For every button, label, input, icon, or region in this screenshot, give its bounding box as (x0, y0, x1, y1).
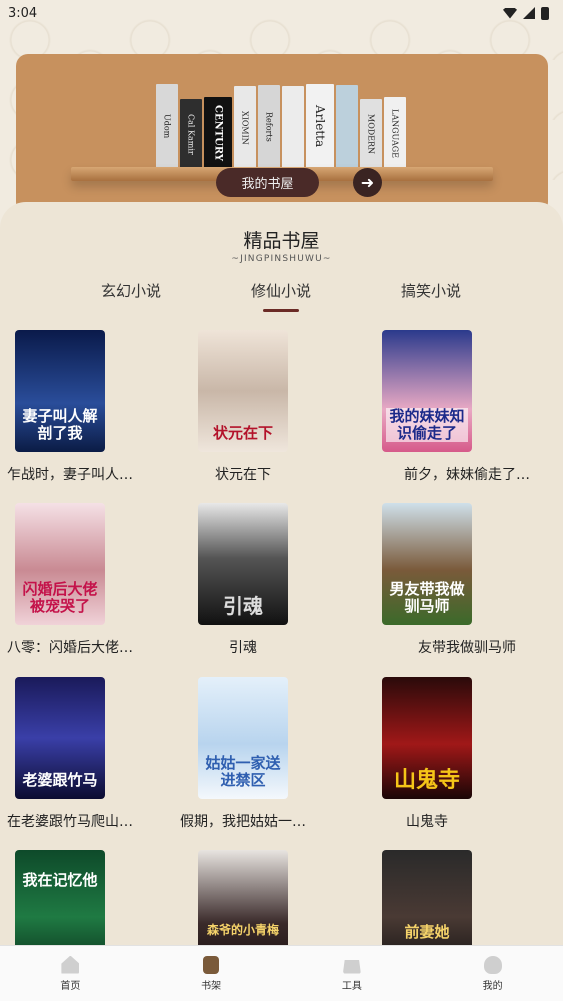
banner-book: CENTURY (204, 97, 232, 169)
book-title[interactable]: 山鬼寺 (337, 811, 517, 831)
my-bookshelf-button[interactable]: 我的书屋 (216, 168, 319, 197)
banner-book (282, 86, 304, 169)
profile-icon (483, 955, 502, 974)
book-cover[interactable]: 姑姑一家送进禁区 (198, 677, 288, 799)
signal-icon (523, 7, 535, 19)
status-time: 3:04 (8, 5, 38, 21)
book-title[interactable]: 引魂 (153, 637, 333, 657)
book-title[interactable]: 友带我做驯马师 (377, 637, 557, 657)
book-title[interactable]: 前夕，妹妹偷走了… (377, 464, 557, 484)
book-title[interactable]: 在老婆跟竹马爬山… (0, 811, 160, 831)
nav-bookshelf-label: 书架 (201, 980, 222, 992)
book-cover[interactable]: 状元在下 (198, 330, 288, 452)
nav-tools[interactable]: 工具 (282, 946, 423, 1001)
book-cover[interactable]: 妻子叫人解剖了我 (15, 330, 105, 452)
bookshelf-icon (203, 955, 220, 974)
status-bar: 3:04 (0, 0, 563, 26)
banner-book: LANGUAGE (384, 97, 406, 169)
nav-profile-label: 我的 (482, 980, 503, 992)
battery-icon (541, 6, 549, 20)
nav-home-label: 首页 (60, 980, 81, 992)
book-cover[interactable]: 我的妹妹知识偷走了 (382, 330, 472, 452)
wifi-icon (503, 7, 517, 19)
book-cover[interactable]: 引魂 (198, 503, 288, 625)
bottom-navigation: 首页 书架 工具 我的 (0, 945, 563, 1001)
book-title[interactable]: 状元在下 (153, 464, 333, 484)
tab-comedy[interactable]: 搞笑小说 (381, 280, 481, 301)
nav-tools-label: 工具 (341, 980, 362, 992)
banner-book: MODERN (360, 99, 382, 169)
book-cover[interactable]: 男友带我做驯马师 (382, 503, 472, 625)
book-cover[interactable]: 老婆跟竹马 (15, 677, 105, 799)
book-cover[interactable]: 山鬼寺 (382, 677, 472, 799)
banner-book: Udom (156, 84, 178, 169)
book-title[interactable]: 乍战时，妻子叫人… (0, 464, 160, 484)
arrow-right-icon[interactable]: ➜ (353, 168, 382, 197)
book-cover[interactable]: 闪婚后大佬被宠哭了 (15, 503, 105, 625)
nav-profile[interactable]: 我的 (422, 946, 563, 1001)
home-icon (61, 955, 80, 974)
bookshelf-banner[interactable]: Udom Cal Kamir CENTURY XIOMIN Reforts Ar… (16, 54, 548, 214)
tab-fantasy[interactable]: 玄幻小说 (81, 280, 181, 301)
nav-home[interactable]: 首页 (0, 946, 141, 1001)
panel-title: 精品书屋 (243, 230, 320, 252)
nav-bookshelf[interactable]: 书架 (141, 946, 282, 1001)
status-icons (503, 6, 549, 20)
banner-book: XIOMIN (234, 86, 256, 169)
banner-book: Reforts (258, 85, 280, 169)
panel-subtitle: ~JINGPINSHUWU~ (231, 254, 332, 264)
banner-book: Cal Kamir (180, 99, 202, 169)
tab-xianxia[interactable]: 修仙小说 (231, 280, 331, 312)
banner-book: Arletta (306, 84, 334, 169)
category-tabs: 玄幻小说 修仙小说 搞笑小说 (0, 280, 563, 316)
book-title[interactable]: 假期，我把姑姑一… (153, 811, 333, 831)
book-title[interactable]: 八零：闪婚后大佬… (0, 637, 160, 657)
banner-books: Udom Cal Kamir CENTURY XIOMIN Reforts Ar… (156, 84, 406, 169)
banner-book (336, 85, 358, 169)
toolbox-icon (342, 960, 361, 974)
featured-panel: 精品书屋 ~JINGPINSHUWU~ 玄幻小说 修仙小说 搞笑小说 妻子叫人解… (0, 202, 563, 1001)
